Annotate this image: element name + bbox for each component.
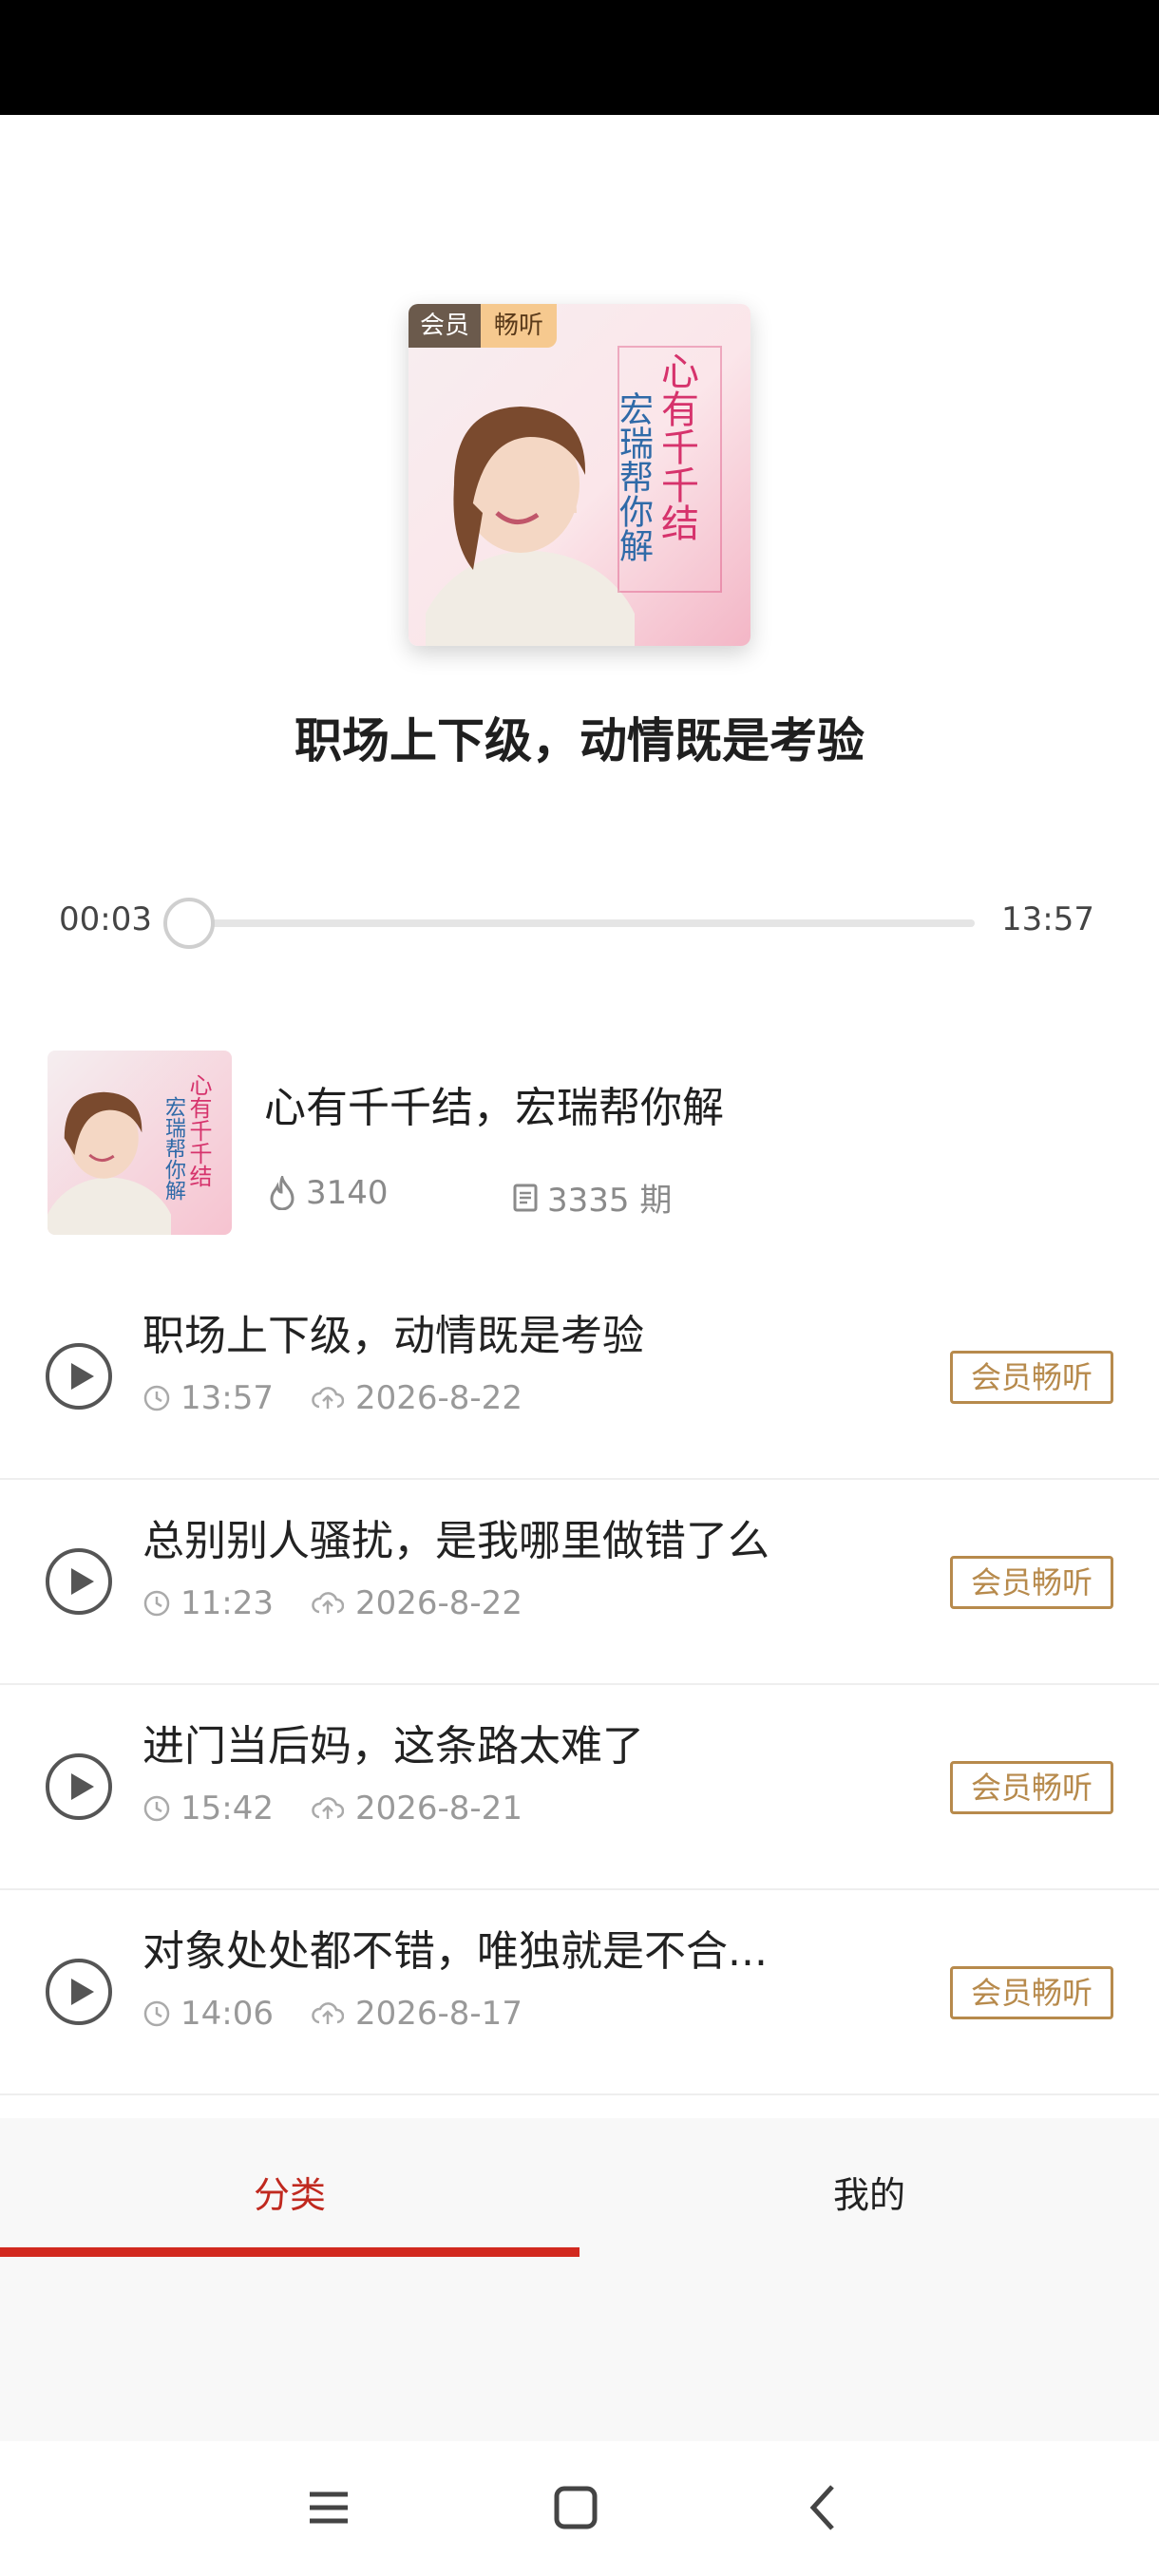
- upload-cloud-icon: [312, 1387, 344, 1409]
- episode-row[interactable]: 进门当后妈，这条路太难了 15:42 2026-8-21 会员畅听: [0, 1685, 1159, 1890]
- clock-icon: [143, 1590, 170, 1617]
- episode-date: 2026-8-22: [354, 1379, 522, 1417]
- home-icon[interactable]: [547, 2479, 604, 2536]
- app-screen: 心有千千结 宏瑞帮你解 会员 畅听 职场上下级，动情既是考验 00:03 13:…: [0, 0, 1159, 2576]
- upload-cloud-icon: [312, 1797, 344, 1819]
- cover-title-line1: 心有千千结: [655, 351, 698, 541]
- now-playing-title: 职场上下级，动情既是考验: [294, 713, 864, 768]
- episode-duration: 14:06: [180, 1995, 274, 2033]
- vip-badge: 会员畅听: [950, 1761, 1113, 1814]
- episode-date: 2026-8-17: [354, 1995, 522, 2033]
- document-icon: [513, 1184, 538, 1211]
- menu-icon[interactable]: [300, 2479, 357, 2536]
- progress-thumb[interactable]: [163, 898, 216, 949]
- status-bar: [0, 0, 1159, 115]
- vip-badge: 会员畅听: [950, 1966, 1113, 2019]
- back-icon[interactable]: [796, 2479, 853, 2536]
- episode-meta: 11:23 2026-8-22: [142, 1584, 522, 1622]
- host-portrait-image: [426, 407, 635, 646]
- episode-title: 对象处处都不错，唯独就是不合...: [142, 1927, 768, 1976]
- bottom-tab-bar: 分类 我的: [0, 2118, 1159, 2441]
- album-episode-count: 3335 期: [513, 1174, 672, 1221]
- clock-icon: [143, 2000, 170, 2027]
- episode-duration: 13:57: [180, 1379, 274, 1417]
- tab-mine[interactable]: 我的: [580, 2166, 1159, 2218]
- cover-title-line2: 宏瑞帮你解: [614, 391, 653, 562]
- vip-badge: 会员畅听: [950, 1351, 1113, 1404]
- member-badge: 会员 畅听: [408, 304, 558, 348]
- episode-duration: 15:42: [180, 1790, 274, 1828]
- episode-row[interactable]: 总别别人骚扰，是我哪里做错了么 11:23 2026-8-22 会员畅听: [0, 1480, 1159, 1685]
- episode-meta: 14:06 2026-8-17: [142, 1995, 522, 2033]
- episode-date: 2026-8-21: [354, 1790, 522, 1828]
- album-play-count: 3140: [268, 1174, 389, 1212]
- episode-date: 2026-8-22: [354, 1584, 522, 1622]
- progress-track[interactable]: [186, 919, 975, 927]
- tab-classify[interactable]: 分类: [0, 2166, 580, 2218]
- flame-icon: [270, 1176, 294, 1210]
- play-circle-icon[interactable]: [46, 1548, 112, 1615]
- play-circle-icon[interactable]: [46, 1753, 112, 1820]
- episode-row[interactable]: 对象处处都不错，唯独就是不合... 14:06 2026-8-17 会员畅听: [0, 1890, 1159, 2095]
- episode-meta: 15:42 2026-8-21: [142, 1790, 522, 1828]
- album-name[interactable]: 心有千千结，宏瑞帮你解: [264, 1073, 724, 1134]
- elapsed-time: 00:03: [59, 900, 152, 938]
- album-cover-art: 心有千千结 宏瑞帮你解 会员 畅听: [408, 304, 750, 646]
- album-thumbnail[interactable]: 心有千千结 宏瑞帮你解: [48, 1051, 232, 1235]
- album-thumbnail-portrait: [48, 1091, 171, 1235]
- episode-title: 总别别人骚扰，是我哪里做错了么: [142, 1517, 770, 1565]
- badge-member-text: 会员: [408, 304, 482, 348]
- play-circle-icon[interactable]: [46, 1959, 112, 2025]
- episode-title: 进门当后妈，这条路太难了: [142, 1722, 644, 1771]
- album-thumb-title2: 宏瑞帮你解: [162, 1096, 185, 1201]
- episode-title: 职场上下级，动情既是考验: [142, 1312, 644, 1360]
- play-circle-icon[interactable]: [46, 1343, 112, 1410]
- active-tab-indicator: [0, 2247, 580, 2257]
- episode-row[interactable]: 职场上下级，动情既是考验 13:57 2026-8-22 会员畅听: [0, 1275, 1159, 1480]
- album-thumb-title1: 心有千千结: [185, 1073, 212, 1187]
- episode-duration: 11:23: [180, 1584, 274, 1622]
- play-count-value: 3140: [306, 1174, 389, 1212]
- vip-badge: 会员畅听: [950, 1556, 1113, 1609]
- system-nav-bar: [0, 2441, 1159, 2576]
- episode-meta: 13:57 2026-8-22: [142, 1379, 522, 1417]
- upload-cloud-icon: [312, 1592, 344, 1614]
- upload-cloud-icon: [312, 2002, 344, 2024]
- clock-icon: [143, 1795, 170, 1822]
- badge-listen-text: 畅听: [481, 304, 558, 348]
- total-duration: 13:57: [1001, 900, 1094, 938]
- clock-icon: [143, 1385, 170, 1411]
- episode-count-value: 3335 期: [547, 1182, 673, 1220]
